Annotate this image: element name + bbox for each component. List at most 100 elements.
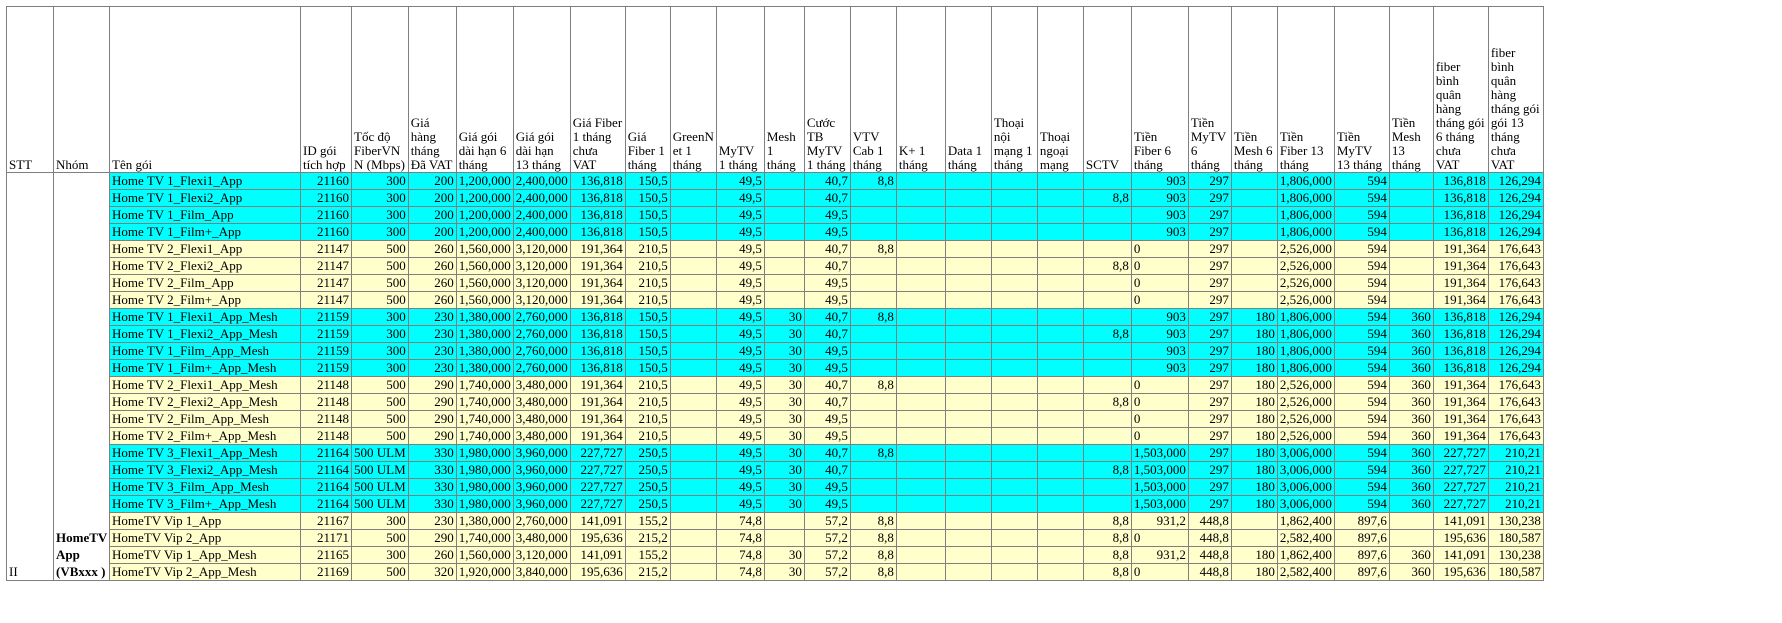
table-cell[interactable]: 49,5	[715, 308, 765, 326]
table-cell[interactable]: 2,400,000	[512, 223, 571, 241]
table-cell[interactable]: 21148	[300, 427, 353, 445]
table-cell[interactable]: 8,8	[1082, 529, 1132, 547]
package-name-cell[interactable]: Home TV 1_Flexi1_App_Mesh	[109, 308, 302, 326]
table-cell[interactable]: 903	[1130, 172, 1189, 190]
table-cell[interactable]: 290	[407, 393, 457, 411]
table-cell[interactable]	[1230, 172, 1278, 190]
column-header[interactable]: Thoại ngoại mạng	[1036, 6, 1084, 173]
table-cell[interactable]	[1388, 240, 1434, 258]
table-cell[interactable]: 297	[1187, 478, 1232, 496]
column-header[interactable]: Tiền Mesh 6 tháng	[1230, 6, 1278, 173]
table-cell[interactable]: 21147	[300, 257, 353, 275]
table-cell[interactable]: 2,760,000	[512, 342, 571, 360]
table-cell[interactable]: 130,238	[1487, 546, 1544, 564]
table-cell[interactable]: 250,5	[624, 478, 671, 496]
table-cell[interactable]: 49,5	[715, 291, 765, 309]
table-cell[interactable]: 297	[1187, 240, 1232, 258]
table-cell[interactable]: 594	[1333, 410, 1390, 428]
table-cell[interactable]: 297	[1187, 172, 1232, 190]
table-cell[interactable]: 297	[1187, 495, 1232, 513]
table-cell[interactable]: 49,5	[715, 325, 765, 343]
column-header[interactable]: Thoại nội mạng 1 tháng	[990, 6, 1038, 173]
table-cell[interactable]: 230	[407, 308, 457, 326]
table-cell[interactable]: 40,7	[803, 308, 851, 326]
table-cell[interactable]	[1036, 342, 1084, 360]
table-cell[interactable]: 210,21	[1487, 478, 1544, 496]
table-cell[interactable]	[849, 359, 897, 377]
table-cell[interactable]: 594	[1333, 325, 1390, 343]
table-cell[interactable]	[990, 240, 1038, 258]
table-cell[interactable]	[849, 291, 897, 309]
table-cell[interactable]: 360	[1388, 478, 1434, 496]
table-cell[interactable]: 30	[763, 563, 805, 581]
table-cell[interactable]: 903	[1130, 223, 1189, 241]
table-cell[interactable]	[990, 546, 1038, 564]
table-cell[interactable]: 180	[1230, 342, 1278, 360]
table-cell[interactable]	[669, 172, 717, 190]
table-cell[interactable]: 40,7	[803, 444, 851, 462]
table-cell[interactable]: 49,5	[715, 444, 765, 462]
table-cell[interactable]: 1,200,000	[455, 206, 514, 224]
table-cell[interactable]: 0	[1130, 376, 1189, 394]
package-name-cell[interactable]: Home TV 2_Film+_App_Mesh	[109, 427, 302, 445]
table-cell[interactable]: 176,643	[1487, 257, 1544, 275]
table-cell[interactable]: 297	[1187, 461, 1232, 479]
table-cell[interactable]: 903	[1130, 308, 1189, 326]
table-cell[interactable]: 191,364	[569, 257, 626, 275]
table-cell[interactable]	[1230, 257, 1278, 275]
table-cell[interactable]: 1,740,000	[455, 393, 514, 411]
table-cell[interactable]	[944, 410, 992, 428]
table-cell[interactable]: 141,091	[1432, 512, 1489, 530]
table-cell[interactable]	[944, 376, 992, 394]
table-cell[interactable]: 0	[1130, 393, 1189, 411]
table-cell[interactable]: 8,8	[849, 563, 897, 581]
table-cell[interactable]	[849, 495, 897, 513]
table-cell[interactable]	[763, 172, 805, 190]
table-cell[interactable]	[944, 359, 992, 377]
table-cell[interactable]: 180	[1230, 410, 1278, 428]
table-cell[interactable]: 1,806,000	[1276, 308, 1335, 326]
table-cell[interactable]: 21160	[300, 172, 353, 190]
column-header[interactable]: Giá Fiber 1 tháng chưa VAT	[569, 6, 626, 173]
table-cell[interactable]	[1082, 359, 1132, 377]
table-cell[interactable]: 40,7	[803, 325, 851, 343]
table-cell[interactable]: 1,380,000	[455, 325, 514, 343]
table-cell[interactable]: 21159	[300, 342, 353, 360]
table-cell[interactable]: 30	[763, 376, 805, 394]
table-cell[interactable]: 227,727	[1432, 444, 1489, 462]
table-cell[interactable]: 191,364	[1432, 427, 1489, 445]
table-cell[interactable]: 49,5	[715, 189, 765, 207]
table-cell[interactable]	[1036, 257, 1084, 275]
table-cell[interactable]	[1082, 376, 1132, 394]
table-cell[interactable]: 40,7	[803, 257, 851, 275]
table-cell[interactable]: 57,2	[803, 512, 851, 530]
table-cell[interactable]: 297	[1187, 325, 1232, 343]
table-cell[interactable]: 300	[351, 172, 409, 190]
table-cell[interactable]	[669, 274, 717, 292]
table-cell[interactable]: 300	[351, 223, 409, 241]
table-cell[interactable]: 1,560,000	[455, 546, 514, 564]
table-cell[interactable]: 176,643	[1487, 427, 1544, 445]
table-cell[interactable]	[990, 172, 1038, 190]
table-cell[interactable]: 330	[407, 478, 457, 496]
table-cell[interactable]	[1036, 546, 1084, 564]
table-cell[interactable]: 230	[407, 359, 457, 377]
package-name-cell[interactable]: Home TV 2_Film+_App	[109, 291, 302, 309]
table-cell[interactable]: 1,503,000	[1130, 444, 1189, 462]
table-cell[interactable]: 3,120,000	[512, 240, 571, 258]
table-cell[interactable]: 40,7	[803, 376, 851, 394]
table-cell[interactable]	[1388, 529, 1434, 547]
table-cell[interactable]	[1036, 495, 1084, 513]
table-cell[interactable]: 227,727	[569, 461, 626, 479]
table-cell[interactable]: 290	[407, 410, 457, 428]
table-cell[interactable]: 594	[1333, 206, 1390, 224]
package-name-cell[interactable]: Home TV 3_Flexi2_App_Mesh	[109, 461, 302, 479]
table-cell[interactable]	[763, 529, 805, 547]
table-cell[interactable]: 30	[763, 359, 805, 377]
table-cell[interactable]: 180	[1230, 444, 1278, 462]
table-cell[interactable]: 897,6	[1333, 563, 1390, 581]
table-cell[interactable]: 49,5	[715, 461, 765, 479]
table-cell[interactable]: 150,5	[624, 223, 671, 241]
table-cell[interactable]	[849, 257, 897, 275]
table-cell[interactable]	[944, 563, 992, 581]
